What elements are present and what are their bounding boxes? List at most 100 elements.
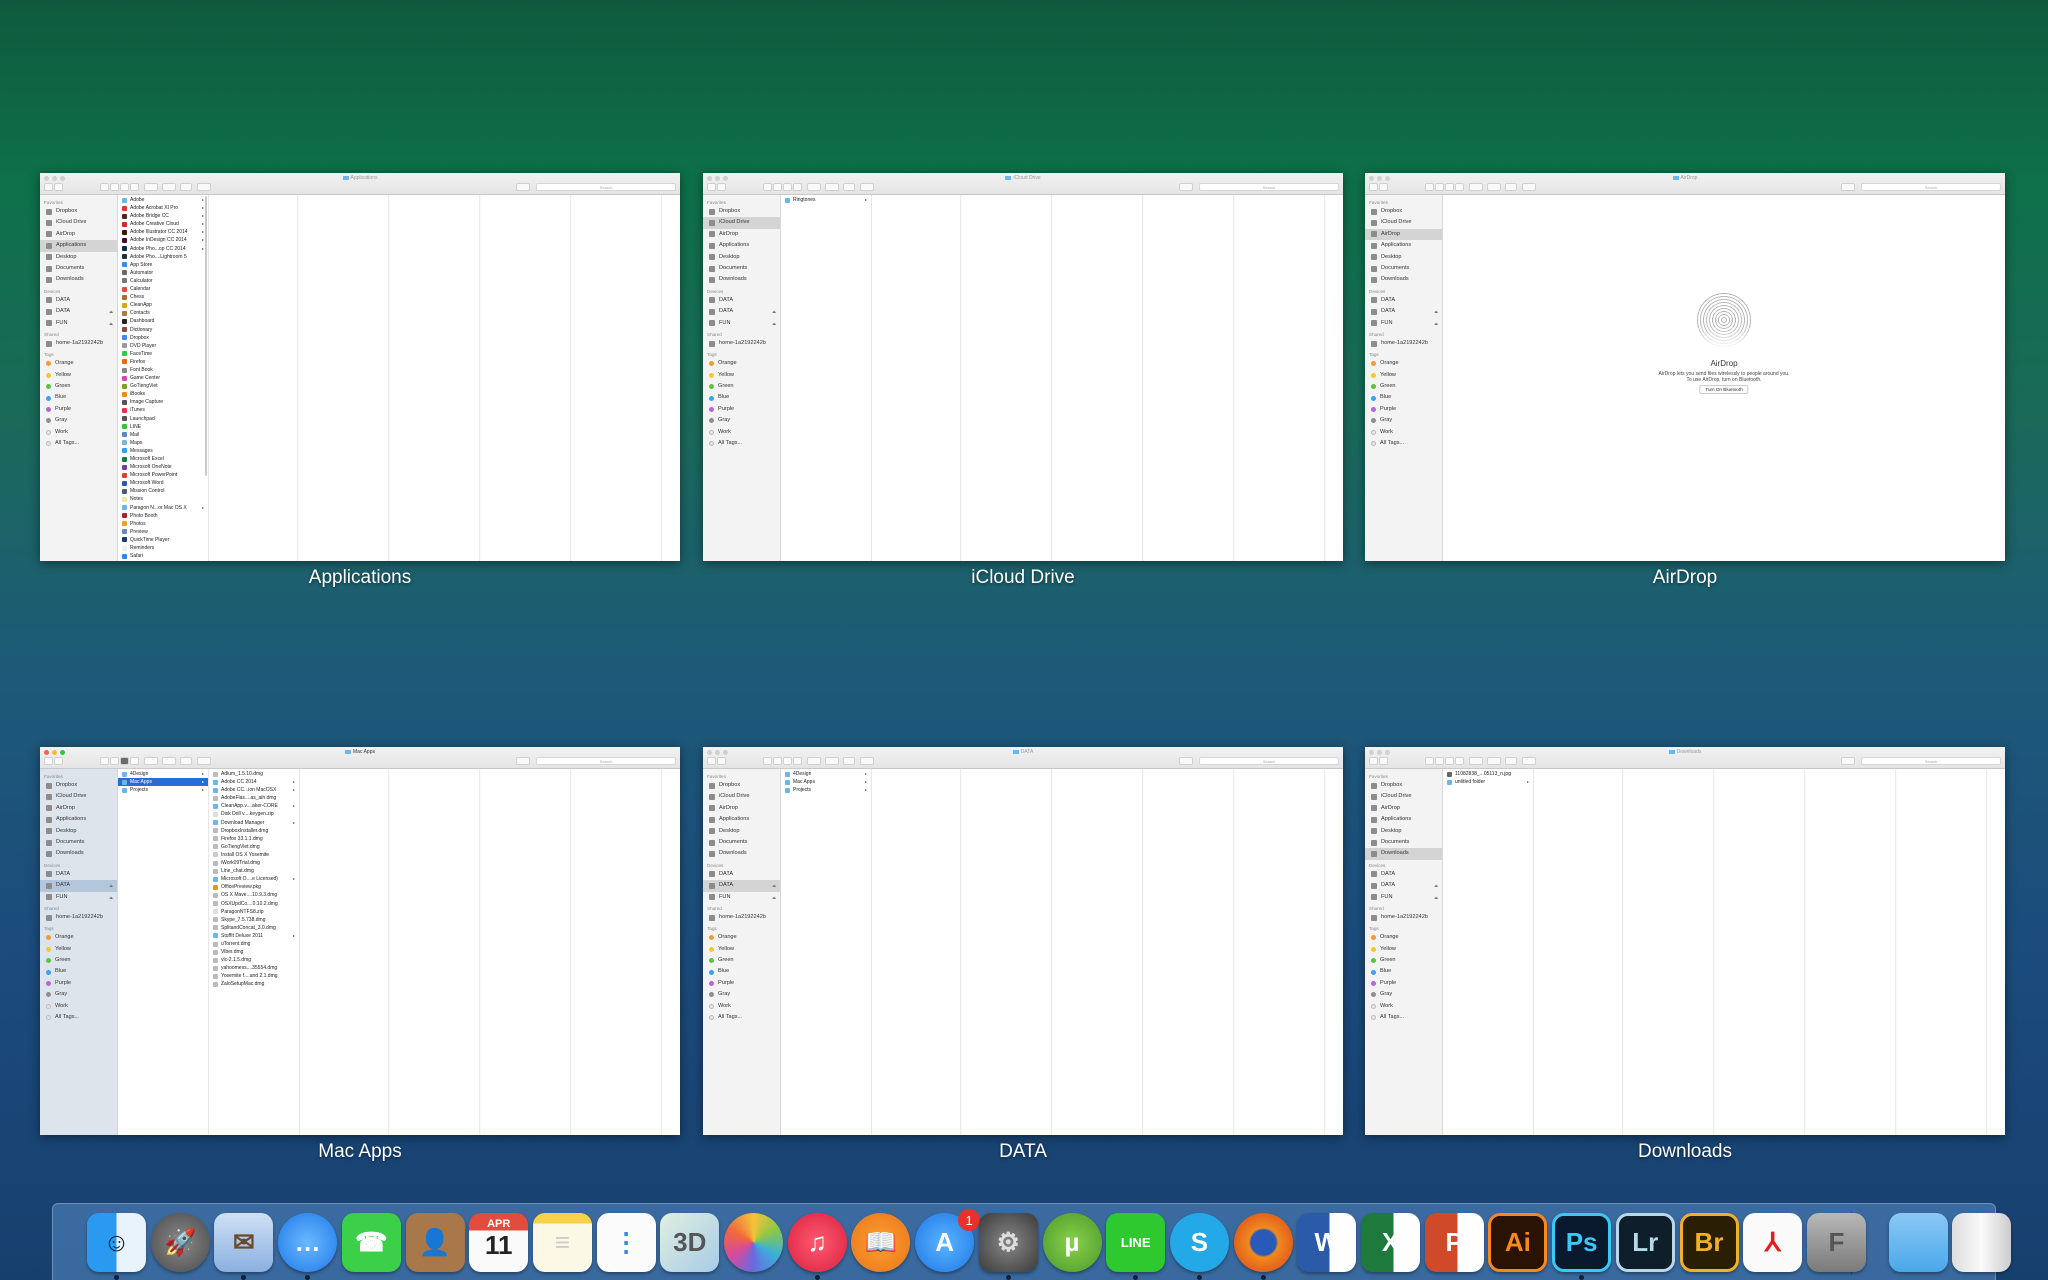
list-view-button[interactable] (110, 757, 119, 765)
list-item[interactable]: 4Design ▸ (781, 770, 871, 778)
sidebar-item-dropbox[interactable]: Dropbox (1365, 206, 1442, 217)
sidebar-tag-purple[interactable]: Purple (40, 978, 117, 989)
list-item[interactable]: Adobe Pho...op CC 2014 ▸ (118, 245, 208, 253)
eject-icon[interactable]: ⏏ (1434, 306, 1438, 317)
list-item[interactable]: ZaloSetupMac.dmg (209, 980, 299, 988)
list-item[interactable]: Disk Drill v....keygen.zip (209, 810, 299, 818)
list-view-button[interactable] (773, 183, 782, 191)
sidebar-item-desktop[interactable]: Desktop (40, 826, 117, 837)
back-button[interactable] (707, 183, 716, 191)
arrange-button[interactable] (1469, 183, 1483, 191)
coverflow-view-button[interactable] (1455, 183, 1464, 191)
list-item[interactable]: Safari (118, 552, 208, 560)
sidebar-item-downloads[interactable]: Downloads (703, 274, 780, 285)
list-item[interactable]: Line_chat.dmg (209, 867, 299, 875)
sidebar-item-airdrop[interactable]: AirDrop (703, 229, 780, 240)
list-item[interactable]: SplitandConcat_3.0.dmg (209, 924, 299, 932)
sidebar-item-documents[interactable]: Documents (703, 263, 780, 274)
list-item[interactable]: Launchpad (118, 415, 208, 423)
finder-window-downloads[interactable]: Downloads Search Favorites Dropbox iCloud Dr… (1365, 747, 2005, 1135)
tags-button[interactable] (860, 183, 874, 191)
sidebar-tag-yellow[interactable]: Yellow (703, 944, 780, 955)
share-button[interactable] (180, 183, 192, 191)
dropbox-toolbar-button[interactable] (1841, 183, 1855, 191)
list-item[interactable]: Font Book (118, 366, 208, 374)
sidebar-tag-orange[interactable]: Orange (1365, 932, 1442, 943)
list-item[interactable]: yahoomess....35554.dmg (209, 964, 299, 972)
list-item[interactable]: Dashboard (118, 317, 208, 325)
list-item[interactable]: Adobe InDesign CC 2014 ▸ (118, 236, 208, 244)
list-item[interactable]: Adobe Pho....Lightroom 5 (118, 253, 208, 261)
list-item[interactable]: Install OS X Yosemite (209, 851, 299, 859)
sidebar-item-desktop[interactable]: Desktop (703, 252, 780, 263)
list-item[interactable]: Adium_1.5.10.dmg (209, 770, 299, 778)
list-item[interactable]: StuffIt Deluxe 2011 ▸ (209, 932, 299, 940)
turn-on-bluetooth-button[interactable]: Turn On Bluetooth (1699, 385, 1749, 394)
sidebar-item-icloud-drive[interactable]: iCloud Drive (703, 217, 780, 229)
sidebar-item-device[interactable]: DATA (40, 869, 117, 880)
back-button[interactable] (1369, 757, 1378, 765)
list-item[interactable]: iWork09Trial.dmg (209, 859, 299, 867)
list-item[interactable]: Microsoft Excel (118, 455, 208, 463)
sidebar-tag-orange[interactable]: Orange (703, 932, 780, 943)
icon-view-button[interactable] (1425, 183, 1434, 191)
sidebar-tag-alltags[interactable]: All Tags... (703, 438, 780, 449)
coverflow-view-button[interactable] (793, 757, 802, 765)
sidebar-tag-purple[interactable]: Purple (703, 978, 780, 989)
sidebar-item-device[interactable]: DATA ⏏ (40, 880, 117, 892)
sidebar-item-shared[interactable]: home-1a2192242b (1365, 338, 1442, 349)
adobe-acrobat-icon[interactable]: ⅄ (1743, 1213, 1803, 1272)
eject-icon[interactable]: ⏏ (109, 318, 113, 329)
column-view-button[interactable] (120, 757, 129, 765)
list-item[interactable]: QuickTime Player (118, 536, 208, 544)
sidebar-item-downloads[interactable]: Downloads (1365, 274, 1442, 285)
sidebar-tag-green[interactable]: Green (1365, 955, 1442, 966)
sidebar-item-shared[interactable]: home-1a2192242b (40, 912, 117, 923)
font-book-icon[interactable]: F (1806, 1213, 1866, 1272)
column-view-button[interactable] (783, 757, 792, 765)
arrange-button[interactable] (144, 757, 158, 765)
icon-view-button[interactable] (763, 757, 772, 765)
list-item[interactable]: Reminders (118, 544, 208, 552)
sidebar-tag-alltags[interactable]: All Tags... (1365, 438, 1442, 449)
sidebar-item-device[interactable]: DATA (703, 295, 780, 306)
skype-icon[interactable]: S (1169, 1213, 1229, 1272)
forward-button[interactable] (1379, 183, 1388, 191)
ibooks-icon[interactable]: 📖 (851, 1213, 911, 1272)
microsoft-powerpoint-icon[interactable]: P (1424, 1213, 1484, 1272)
sidebar-tag-gray[interactable]: Gray (1365, 989, 1442, 1000)
share-button[interactable] (1505, 183, 1517, 191)
list-item[interactable]: Projects ▸ (118, 786, 208, 794)
list-item[interactable]: CleanApp.v....aker-CORE ▸ (209, 802, 299, 810)
utorrent-icon[interactable]: µ (1042, 1213, 1102, 1272)
forward-button[interactable] (717, 757, 726, 765)
sidebar-item-device[interactable]: DATA (40, 295, 117, 306)
sidebar-item-device[interactable]: DATA ⏏ (703, 880, 780, 892)
column-view-button[interactable] (1445, 183, 1454, 191)
sidebar-item-device[interactable]: DATA ⏏ (1365, 306, 1442, 317)
list-item[interactable]: iTunes (118, 406, 208, 414)
arrange-button[interactable] (807, 183, 821, 191)
sidebar-item-device[interactable]: FUN ⏏ (1365, 318, 1442, 329)
list-item[interactable]: vlc-2.1.5.dmg (209, 956, 299, 964)
coverflow-view-button[interactable] (1455, 757, 1464, 765)
sidebar-tag-green[interactable]: Green (40, 955, 117, 966)
sidebar-item-device[interactable]: DATA (1365, 295, 1442, 306)
eject-icon[interactable]: ⏏ (772, 892, 776, 903)
list-item[interactable]: FaceTime (118, 350, 208, 358)
list-item[interactable]: Photo Booth (118, 512, 208, 520)
list-item[interactable]: Photos (118, 520, 208, 528)
messages-icon[interactable]: … (278, 1213, 338, 1272)
sidebar-tag-purple[interactable]: Purple (703, 404, 780, 415)
sidebar-tag-green[interactable]: Green (40, 381, 117, 392)
sidebar-item-applications[interactable]: Applications (703, 240, 780, 251)
mail-icon[interactable]: ✉ (214, 1213, 274, 1272)
sidebar-item-documents[interactable]: Documents (1365, 837, 1442, 848)
tags-button[interactable] (197, 757, 211, 765)
action-gear-button[interactable] (825, 757, 839, 765)
list-item[interactable]: Ringtones ▸ (781, 196, 871, 204)
sidebar-tag-purple[interactable]: Purple (1365, 404, 1442, 415)
list-item[interactable]: Microsoft O....e Licensed) ▸ (209, 875, 299, 883)
list-item[interactable]: Firefox (118, 358, 208, 366)
action-gear-button[interactable] (825, 183, 839, 191)
